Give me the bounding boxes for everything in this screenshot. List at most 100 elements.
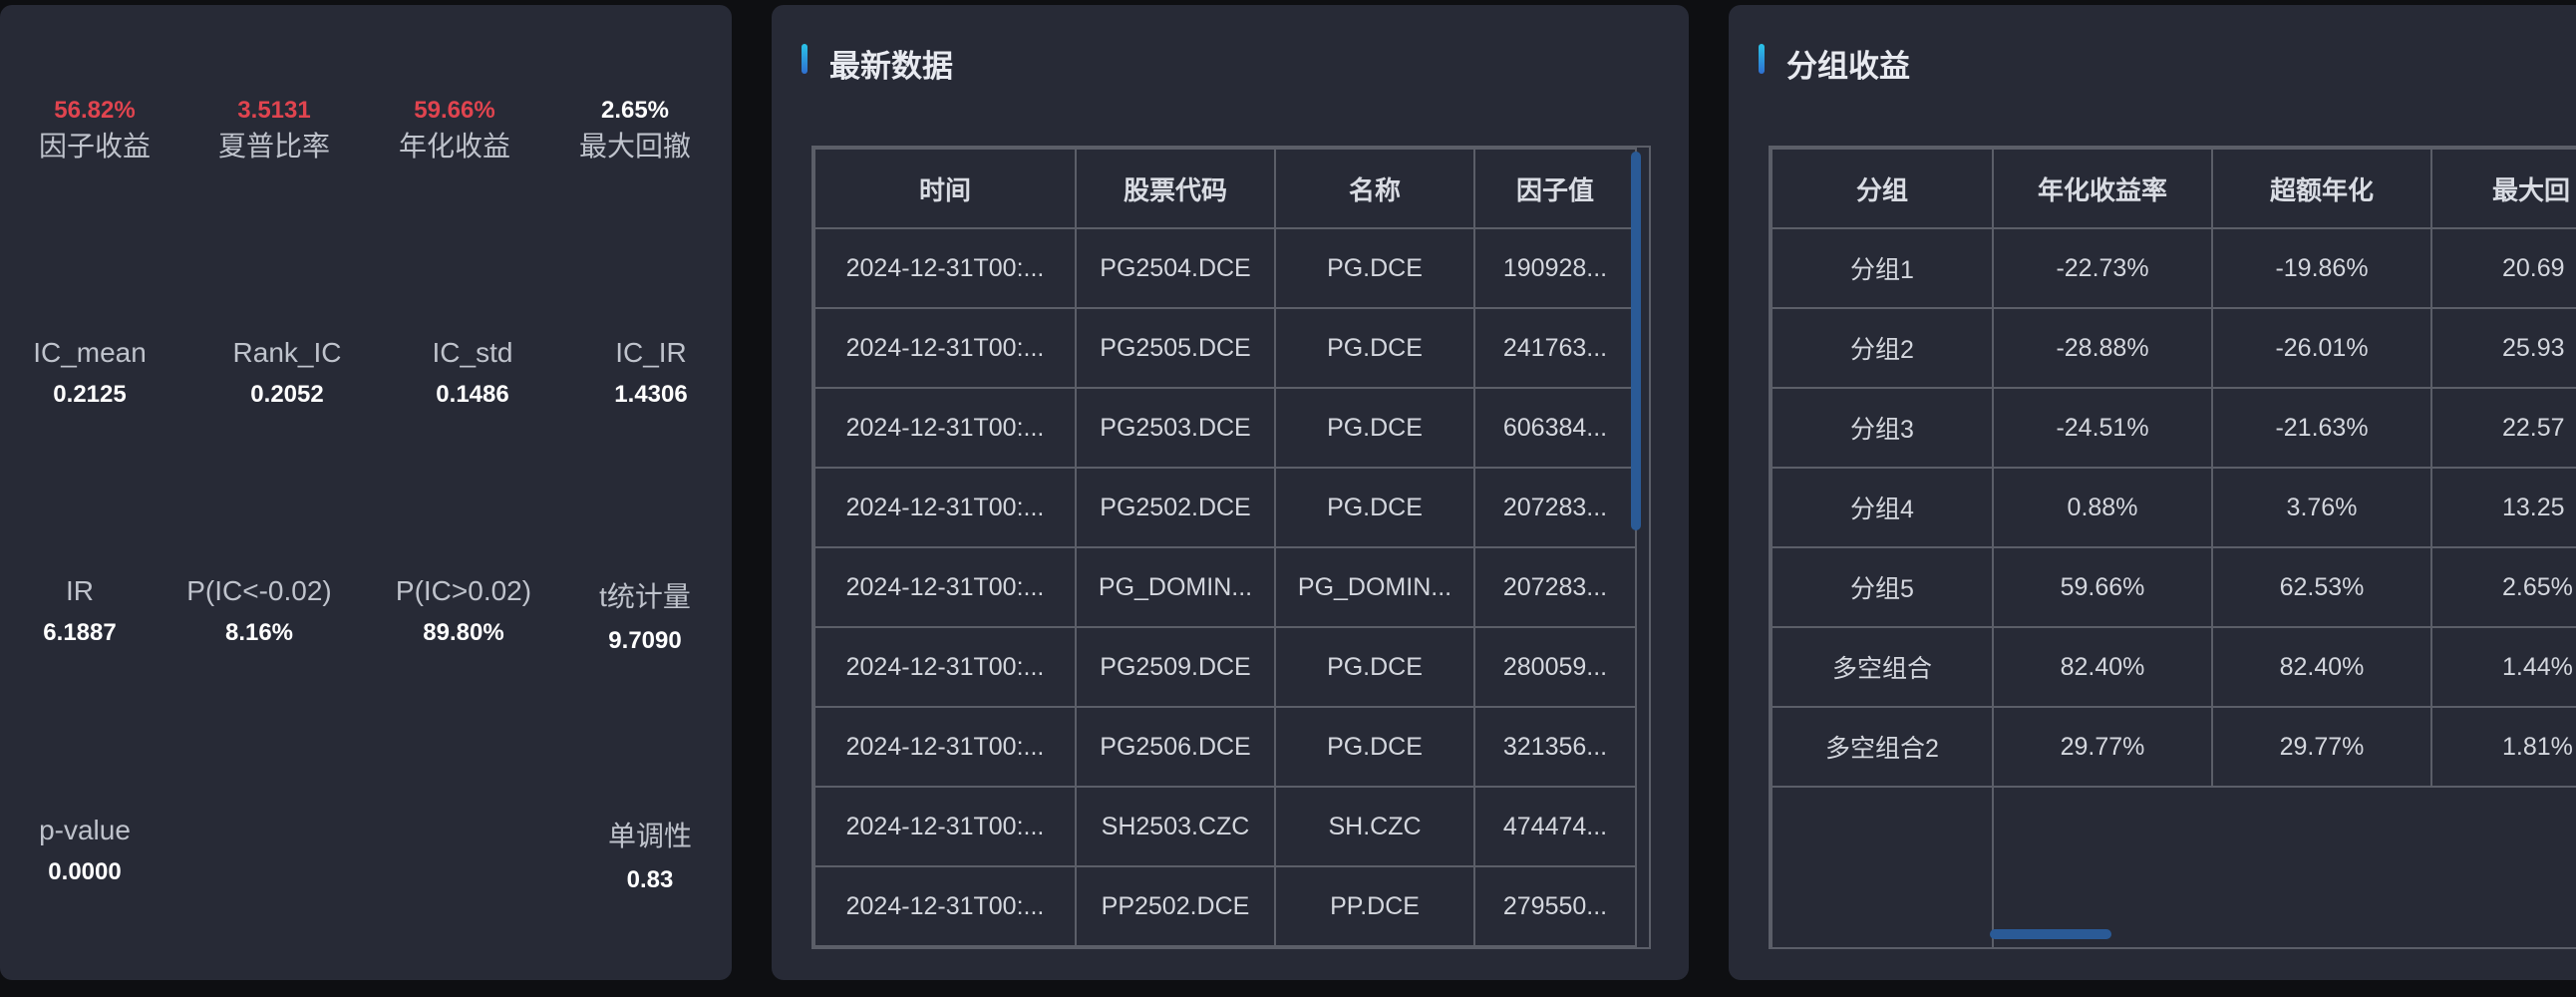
cell-stock-code: PG2506.DCE: [1075, 706, 1276, 788]
cell-stock-code: PG2505.DCE: [1075, 307, 1276, 389]
cell-excess-annual: 29.77%: [2211, 706, 2432, 788]
cell-stock-code: PG_DOMIN...: [1075, 546, 1276, 628]
latest-data-title-text: 最新数据: [829, 49, 953, 84]
cell-time: 2024-12-31T00:...: [813, 546, 1077, 628]
rank-ic-value: 0.2052: [250, 381, 324, 408]
cell-group: 分组3: [1771, 387, 1994, 469]
cell-max-drawdown: 22.57: [2430, 387, 2576, 469]
cell-group: 分组2: [1771, 307, 1994, 389]
p-ic-above-label: P(IC>0.02): [395, 575, 532, 606]
cell-factor-value: 241763...: [1473, 307, 1637, 389]
rank-ic-stat: Rank_IC 0.2052: [217, 337, 357, 409]
cell-name: PG.DCE: [1274, 706, 1475, 788]
cell-time: 2024-12-31T00:...: [813, 865, 1077, 947]
cell-time: 2024-12-31T00:...: [813, 227, 1077, 309]
column-header-annual-return[interactable]: 年化收益率: [1992, 148, 2213, 229]
cell-excess-annual: 3.76%: [2211, 467, 2432, 548]
cell-factor-value: 321356...: [1473, 706, 1637, 788]
table-row[interactable]: 多空组合2 29.77% 29.77% 1.81%: [1771, 706, 2576, 788]
cell-name: PG.DCE: [1274, 307, 1475, 389]
empty-cell: [1771, 786, 1994, 947]
annual-return-label: 年化收益: [398, 131, 510, 162]
table-row[interactable]: 2024-12-31T00:... PG2503.DCE PG.DCE 606384.…: [813, 387, 1637, 469]
cell-time: 2024-12-31T00:...: [813, 387, 1077, 469]
table-header-row: 分组 年化收益率 超额年化 最大回: [1771, 148, 2576, 229]
group-returns-table[interactable]: 分组 年化收益率 超额年化 最大回 分组1 -22.73% -19.86% 20.69…: [1769, 146, 2576, 949]
cell-factor-value: 207283...: [1473, 546, 1637, 628]
factor-return-value: 56.82%: [54, 97, 136, 124]
cell-name: PP.DCE: [1274, 865, 1475, 947]
ic-ir-value: 1.4306: [614, 381, 688, 408]
cell-factor-value: 474474...: [1473, 786, 1637, 867]
cell-name: SH.CZC: [1274, 786, 1475, 867]
latest-data-panel: 最新数据 时间 股票代码 名称 因子值 2024-12-31T00:... PG2…: [772, 5, 1689, 980]
table-row[interactable]: 2024-12-31T00:... PP2502.DCE PP.DCE 279550.…: [813, 865, 1637, 947]
table-row[interactable]: 2024-12-31T00:... PG_DOMIN... PG_DOMIN... 2…: [813, 546, 1637, 628]
column-header-name[interactable]: 名称: [1274, 148, 1475, 229]
annual-return-stat: 59.66% 年化收益: [380, 97, 529, 165]
cell-excess-annual: 82.40%: [2211, 626, 2432, 708]
title-accent-bar: [802, 44, 807, 74]
t-stat-value: 9.7090: [608, 627, 682, 654]
empty-cell: [2212, 787, 2431, 947]
table-row[interactable]: 多空组合 82.40% 82.40% 1.44%: [1771, 626, 2576, 708]
table-row[interactable]: 2024-12-31T00:... PG2502.DCE PG.DCE 207283.…: [813, 467, 1637, 548]
column-header-excess-annual[interactable]: 超额年化: [2211, 148, 2432, 229]
table-row[interactable]: 分组3 -24.51% -21.63% 22.57: [1771, 387, 2576, 469]
table-row[interactable]: 2024-12-31T00:... PG2509.DCE PG.DCE 280059.…: [813, 626, 1637, 708]
latest-data-table[interactable]: 时间 股票代码 名称 因子值 2024-12-31T00:... PG2504.D…: [811, 146, 1651, 949]
ir-value: 6.1887: [43, 619, 117, 646]
table-row[interactable]: 2024-12-31T00:... PG2505.DCE PG.DCE 241763.…: [813, 307, 1637, 389]
cell-group: 分组4: [1771, 467, 1994, 548]
cell-excess-annual: 62.53%: [2211, 546, 2432, 628]
table-empty-row: [1771, 786, 2576, 947]
cell-annual-return: -22.73%: [1992, 227, 2213, 309]
table-row[interactable]: 2024-12-31T00:... PG2504.DCE PG.DCE 190928.…: [813, 227, 1637, 309]
cell-stock-code: PG2503.DCE: [1075, 387, 1276, 469]
cell-name: PG.DCE: [1274, 467, 1475, 548]
vertical-scrollbar[interactable]: [1631, 152, 1641, 530]
cell-group: 分组5: [1771, 546, 1994, 628]
max-drawdown-stat: 2.65% 最大回撤: [560, 97, 710, 165]
cell-annual-return: 82.40%: [1992, 626, 2213, 708]
ic-std-stat: IC_std 0.1486: [403, 337, 542, 409]
table-row[interactable]: 分组5 59.66% 62.53% 2.65%: [1771, 546, 2576, 628]
table-row[interactable]: 分组2 -28.88% -26.01% 25.93: [1771, 307, 2576, 389]
column-header-stock-code[interactable]: 股票代码: [1075, 148, 1276, 229]
cell-annual-return: 29.77%: [1992, 706, 2213, 788]
column-header-time[interactable]: 时间: [813, 148, 1077, 229]
group-returns-title-text: 分组收益: [1786, 49, 1910, 84]
metrics-panel: 56.82% 因子收益 3.5131 夏普比率 59.66% 年化收益 2.65…: [0, 5, 732, 980]
max-drawdown-value: 2.65%: [600, 97, 670, 124]
factor-return-label: 因子收益: [38, 131, 151, 162]
cell-factor-value: 280059...: [1473, 626, 1637, 708]
p-ic-below-value: 8.16%: [224, 619, 294, 646]
table-row[interactable]: 分组1 -22.73% -19.86% 20.69: [1771, 227, 2576, 309]
cell-name: PG_DOMIN...: [1274, 546, 1475, 628]
group-returns-title: 分组收益: [1759, 41, 1910, 86]
cell-name: PG.DCE: [1274, 227, 1475, 309]
table-row[interactable]: 2024-12-31T00:... PG2506.DCE PG.DCE 321356.…: [813, 706, 1637, 788]
latest-data-title: 最新数据: [802, 41, 953, 86]
cell-time: 2024-12-31T00:...: [813, 307, 1077, 389]
cell-annual-return: -24.51%: [1992, 387, 2213, 469]
table-row[interactable]: 分组4 0.88% 3.76% 13.25: [1771, 467, 2576, 548]
column-header-factor-value[interactable]: 因子值: [1473, 148, 1637, 229]
sharpe-ratio-value: 3.5131: [237, 97, 311, 124]
p-value-stat: p-value 0.0000: [20, 815, 150, 886]
cell-factor-value: 207283...: [1473, 467, 1637, 548]
cell-stock-code: PG2509.DCE: [1075, 626, 1276, 708]
empty-cell: [1993, 787, 2212, 947]
column-header-group[interactable]: 分组: [1771, 148, 1994, 229]
p-ic-below-label: P(IC<-0.02): [186, 575, 332, 606]
cell-factor-value: 279550...: [1473, 865, 1637, 947]
horizontal-scrollbar[interactable]: [1990, 929, 2111, 939]
ic-std-label: IC_std: [432, 337, 513, 368]
cell-group: 多空组合2: [1771, 706, 1994, 788]
ic-ir-stat: IC_IR 1.4306: [581, 337, 721, 409]
annual-return-value: 59.66%: [414, 97, 495, 124]
t-stat-label: t统计量: [599, 581, 691, 612]
p-ic-above-value: 89.80%: [423, 619, 504, 646]
table-row[interactable]: 2024-12-31T00:... SH2503.CZC SH.CZC 474474.…: [813, 786, 1637, 867]
column-header-max-drawdown[interactable]: 最大回: [2430, 148, 2576, 229]
